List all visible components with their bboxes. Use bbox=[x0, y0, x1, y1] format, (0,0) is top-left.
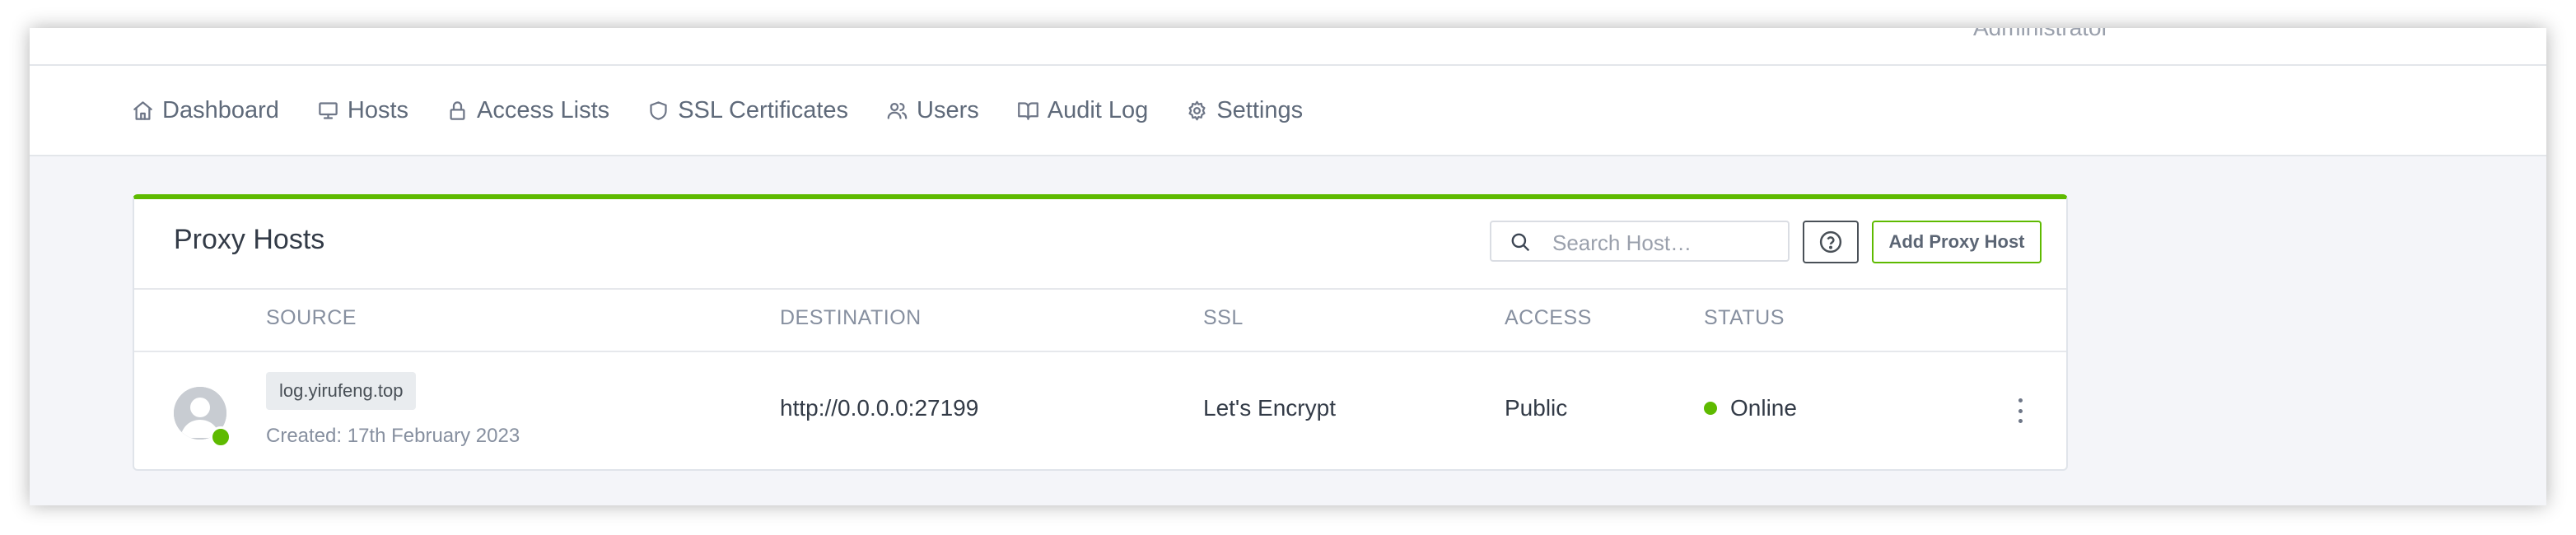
online-indicator bbox=[210, 426, 231, 448]
column-header-source[interactable]: SOURCE bbox=[266, 306, 357, 330]
nav-item-label: Dashboard bbox=[162, 96, 279, 123]
search-input[interactable] bbox=[1551, 227, 1785, 258]
users-icon bbox=[887, 102, 908, 119]
status-value: Online bbox=[1730, 395, 1797, 421]
ssl-value: Let's Encrypt bbox=[1203, 395, 1336, 421]
nav-item-label: Audit Log bbox=[1047, 96, 1149, 123]
nav-item-access-lists[interactable]: Access Lists bbox=[446, 97, 609, 124]
nav-item-label: Hosts bbox=[347, 96, 409, 123]
help-circle-icon bbox=[1819, 230, 1842, 254]
nav-item-ssl-certificates[interactable]: SSL Certificates bbox=[647, 97, 848, 124]
card-header: Proxy Hosts Add Proxy Host bbox=[134, 199, 2066, 290]
nav-item-label: SSL Certificates bbox=[678, 96, 849, 123]
nav-item-users[interactable]: Users bbox=[886, 97, 979, 124]
column-header-ssl[interactable]: SSL bbox=[1203, 306, 1244, 330]
nav-item-settings[interactable]: Settings bbox=[1186, 97, 1303, 124]
column-header-status[interactable]: STATUS bbox=[1704, 306, 1785, 330]
source-domain-tag[interactable]: log.yirufeng.top bbox=[266, 372, 417, 410]
nav-item-label: Users bbox=[917, 96, 979, 123]
status-dot bbox=[1704, 402, 1717, 415]
nav-item-label: Access Lists bbox=[477, 96, 610, 123]
created-date: Created: 17th February 2023 bbox=[266, 425, 520, 447]
user-role-label: Administrator bbox=[1973, 28, 2109, 41]
home-icon bbox=[133, 100, 152, 120]
nav-item-hosts[interactable]: Hosts bbox=[317, 97, 408, 124]
status-cell: Online bbox=[1704, 395, 1797, 421]
table-row: log.yirufeng.top Created: 17th February … bbox=[134, 352, 2066, 471]
search-icon bbox=[1511, 233, 1530, 252]
logo-icon bbox=[152, 28, 184, 35]
main-navigation: Dashboard Hosts Access Lists SSL Certifi… bbox=[30, 66, 2546, 156]
destination-value: http://0.0.0.0:27199 bbox=[780, 395, 979, 421]
monitor-icon bbox=[319, 101, 338, 119]
access-value: Public bbox=[1505, 395, 1568, 421]
gear-icon bbox=[1188, 100, 1206, 120]
column-header-destination[interactable]: DESTINATION bbox=[780, 306, 922, 330]
nav-item-label: Settings bbox=[1216, 96, 1304, 123]
card-title: Proxy Hosts bbox=[174, 224, 325, 255]
top-header: Administrator bbox=[30, 28, 2546, 66]
book-open-icon bbox=[1017, 101, 1038, 120]
nav-item-dashboard[interactable]: Dashboard bbox=[132, 97, 279, 124]
add-proxy-host-button[interactable]: Add Proxy Host bbox=[1872, 221, 2042, 263]
help-button[interactable] bbox=[1803, 221, 1859, 263]
table-header: SOURCE DESTINATION SSL ACCESS STATUS bbox=[134, 288, 2066, 352]
column-header-access[interactable]: ACCESS bbox=[1505, 306, 1592, 330]
nav-item-audit-log[interactable]: Audit Log bbox=[1017, 96, 1149, 124]
app-window: Administrator Dashboard Hosts Access Lis… bbox=[30, 28, 2546, 505]
shield-icon bbox=[650, 100, 667, 120]
lock-icon bbox=[450, 100, 465, 120]
row-actions-menu-icon[interactable] bbox=[2015, 398, 2025, 423]
proxy-hosts-card: Proxy Hosts Add Proxy Host SOURCE DESTIN… bbox=[133, 194, 2068, 471]
search-box bbox=[1490, 221, 1790, 262]
